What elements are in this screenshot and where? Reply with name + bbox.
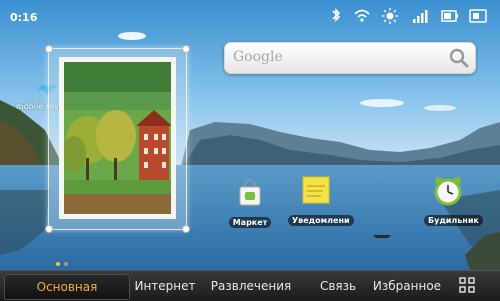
frame-corner-handle	[182, 45, 190, 53]
tab-main[interactable]: Основная	[4, 274, 130, 300]
photo-frame-widget[interactable]	[45, 45, 190, 233]
shortcut-market-label: Маркет	[228, 217, 272, 228]
alarm-clock-icon	[434, 177, 462, 206]
shortcut-alarm[interactable]: Будильник	[424, 174, 483, 227]
sticky-note-icon	[302, 176, 330, 204]
market-bag-icon	[239, 179, 261, 206]
shortcut-notes[interactable]: Уведомлени	[288, 174, 354, 227]
brightness-icon	[380, 7, 400, 25]
search-button[interactable]	[447, 46, 471, 70]
tab-internet[interactable]: Интернет	[130, 274, 200, 298]
frame-corner-handle	[45, 225, 53, 233]
magnifier-icon	[449, 48, 469, 68]
frame-corner-handle	[45, 45, 53, 53]
grid-icon[interactable]	[458, 276, 476, 294]
photo-card	[59, 57, 176, 219]
photo-image	[64, 62, 171, 214]
bluetooth-icon	[326, 7, 346, 25]
signal-icon	[410, 7, 430, 25]
page-indicator-dot	[64, 262, 68, 266]
status-time: 0:16	[10, 11, 38, 24]
search-input[interactable]	[231, 47, 440, 67]
battery-icon	[440, 7, 460, 25]
boat-decoration	[373, 235, 391, 238]
shortcut-market[interactable]: Маркет	[228, 176, 272, 229]
tab-favorites[interactable]: Избранное	[370, 274, 444, 298]
wifi-icon	[352, 7, 372, 25]
tab-entertainment[interactable]: Развлечения	[206, 274, 296, 298]
status-bar: 0:16	[0, 0, 500, 32]
shortcut-notes-label: Уведомлени	[288, 215, 354, 226]
shortcut-alarm-label: Будильник	[424, 215, 483, 226]
frame-corner-handle	[182, 225, 190, 233]
page-indicator-dot-current	[56, 262, 60, 266]
power-icon	[468, 7, 488, 25]
google-search-widget[interactable]	[224, 42, 476, 74]
category-tab-bar: Основная Интернет Развлечения Связь Избр…	[0, 270, 500, 301]
tab-communication[interactable]: Связь	[312, 274, 364, 298]
